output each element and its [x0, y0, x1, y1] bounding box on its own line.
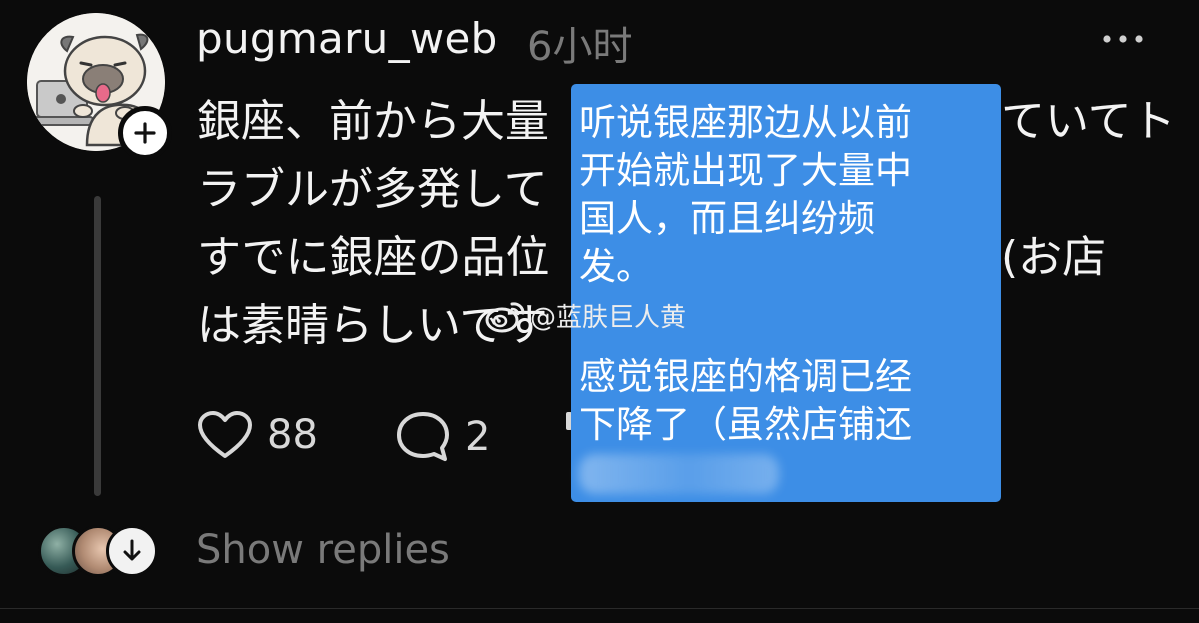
post-text-right: ていてト — [1001, 96, 1176, 147]
post-timestamp: 6小时 — [527, 24, 633, 70]
follow-button[interactable] — [118, 106, 172, 160]
reply-count: 2 — [465, 414, 491, 460]
show-replies-link[interactable]: Show replies — [196, 527, 450, 573]
post-text-left: すでに銀座の品位 — [197, 232, 550, 283]
more-options-button[interactable] — [1099, 24, 1147, 54]
post-text-right — [1001, 156, 1176, 224]
post-text-right — [1001, 292, 1176, 360]
reply-avatars[interactable] — [38, 525, 158, 581]
like-button[interactable]: 88 — [197, 410, 318, 460]
weibo-logo-icon — [485, 301, 525, 332]
post-text-right: (お店 — [1001, 232, 1107, 283]
plus-icon — [134, 122, 156, 144]
translation-line: 开始就出现了大量中 — [579, 149, 912, 192]
post-text-right-column: ていてト (お店 — [1001, 88, 1176, 360]
expand-replies-button[interactable] — [106, 525, 158, 577]
post-text-left: ラブルが多発して — [197, 164, 548, 215]
arrow-down-icon — [123, 539, 141, 561]
thread-line — [94, 196, 101, 496]
translation-line: 发。 — [579, 245, 653, 288]
translation-line: 下降了（虽然店铺还 — [579, 403, 912, 446]
divider — [0, 608, 1199, 609]
watermark-handle: @蓝肤巨人黄 — [530, 303, 687, 333]
post-text-left: 銀座、前から大量 — [197, 96, 549, 147]
translation-line: 听说银座那边从以前 — [579, 101, 912, 144]
watermark: @蓝肤巨人黄 — [484, 297, 686, 334]
heart-icon — [198, 411, 252, 458]
translation-line: 感觉银座的格调已经 — [579, 355, 912, 398]
blurred-text — [579, 454, 779, 494]
comment-icon — [397, 412, 449, 461]
ellipsis-icon — [1103, 35, 1143, 43]
translation-line: 国人，而且纠纷频 — [579, 197, 875, 240]
reply-button[interactable]: 2 — [395, 410, 490, 464]
translation-card: 听说银座那边从以前 开始就出现了大量中 国人，而且纠纷频 发。 感觉银座的格调已… — [571, 84, 1001, 502]
like-count: 88 — [267, 412, 318, 458]
username[interactable]: pugmaru_web — [196, 14, 498, 63]
